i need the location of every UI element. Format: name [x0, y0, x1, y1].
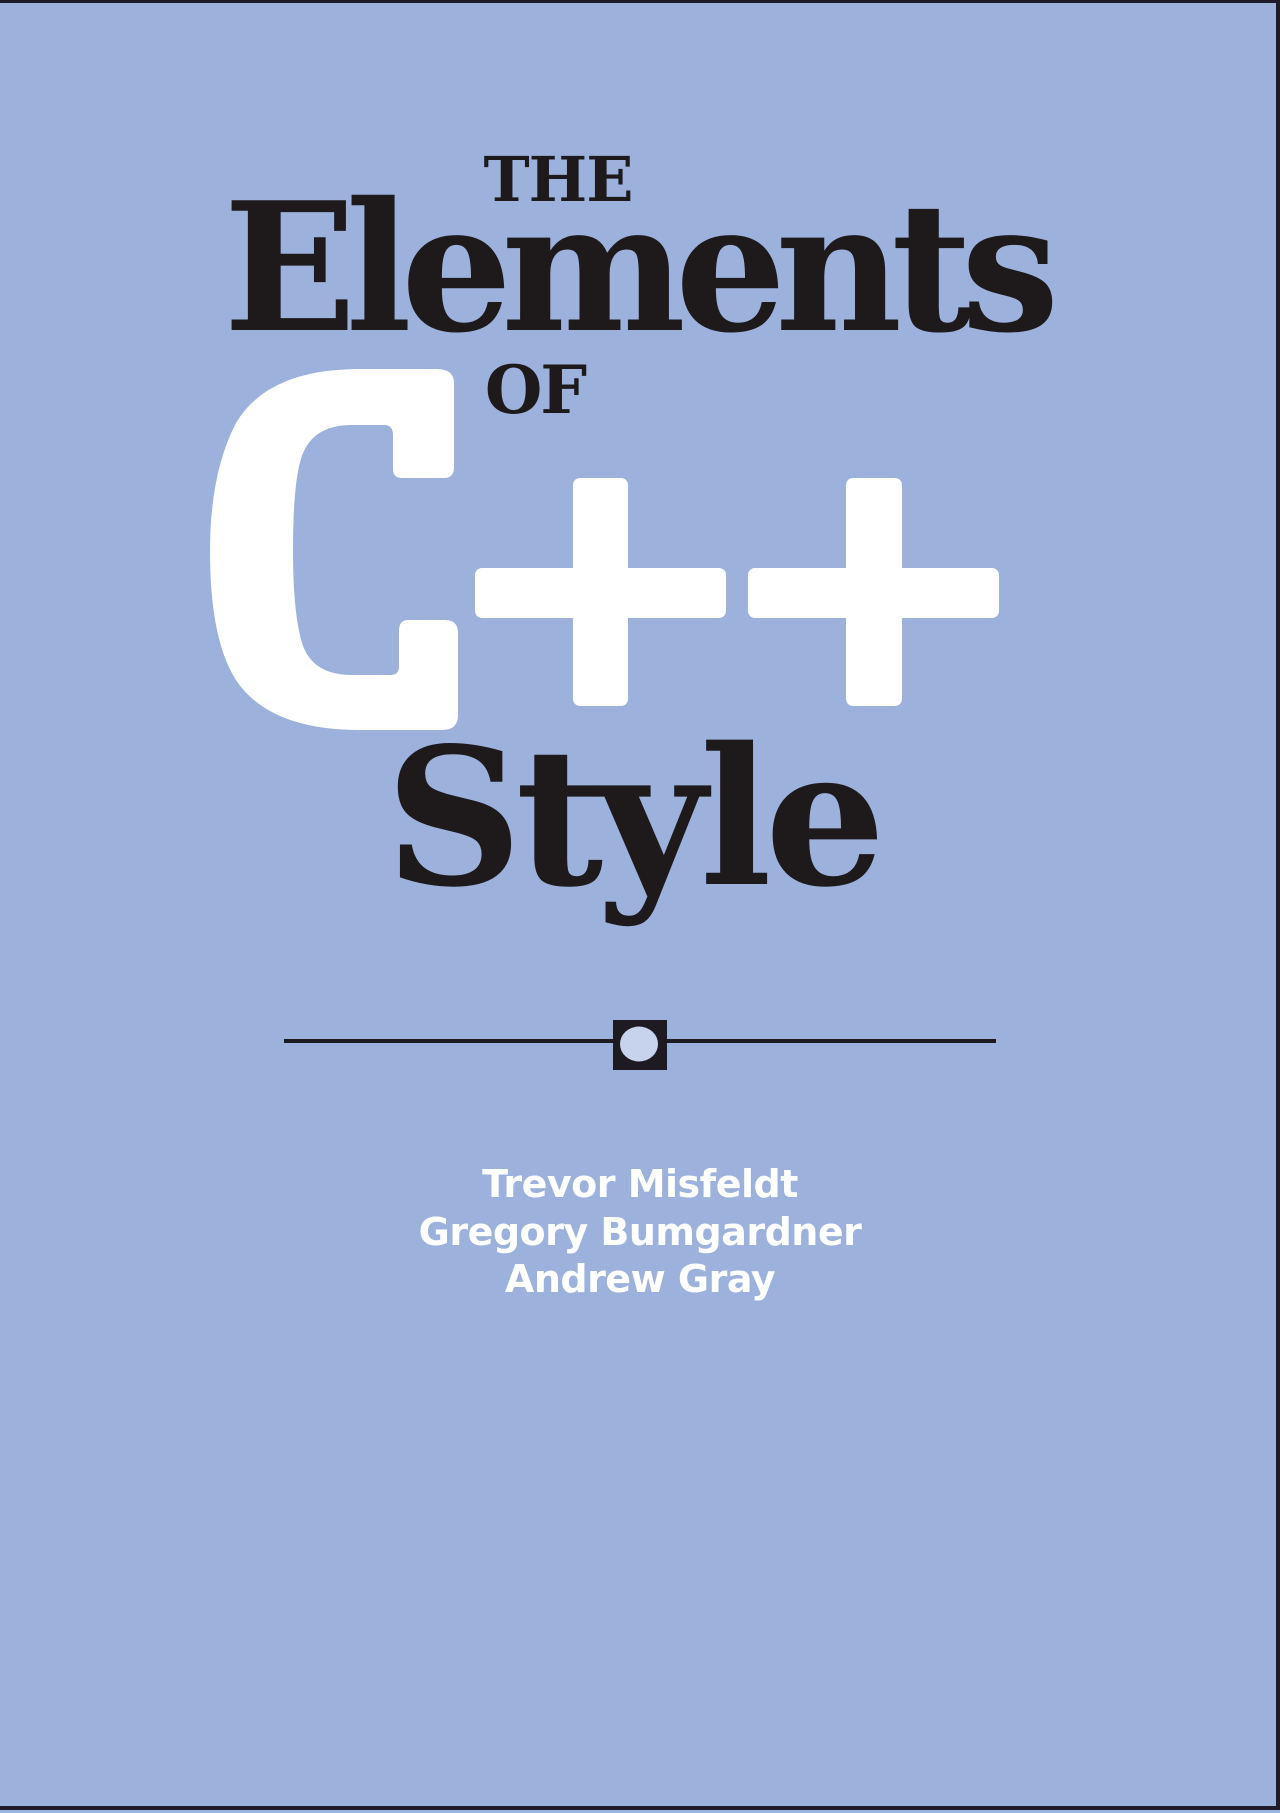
author-name: Gregory Bumgardner	[418, 1209, 862, 1254]
title-elements: Elements	[223, 163, 1059, 372]
author-list: Trevor Misfeldt Gregory Bumgardner Andre…	[0, 1161, 1280, 1304]
cpp-plus-2-horizontal	[748, 568, 999, 618]
title-style: Style	[385, 706, 885, 929]
author-name: Trevor Misfeldt	[482, 1162, 798, 1206]
cpp-plus-1-vertical	[573, 478, 628, 706]
book-cover: THE Elements OF C++ Style Trevor Misfeld…	[0, 0, 1280, 1810]
title-of: OF	[484, 351, 587, 429]
author-name: Andrew Gray	[504, 1257, 776, 1301]
cpp-plus-2-vertical	[846, 478, 902, 706]
divider-line-left	[284, 1039, 614, 1043]
cpp-plus-1-horizontal	[475, 568, 726, 618]
cpp-letter-c	[210, 369, 458, 730]
divider-line-right	[666, 1039, 996, 1043]
square-circle-ornament-icon	[613, 1020, 667, 1070]
